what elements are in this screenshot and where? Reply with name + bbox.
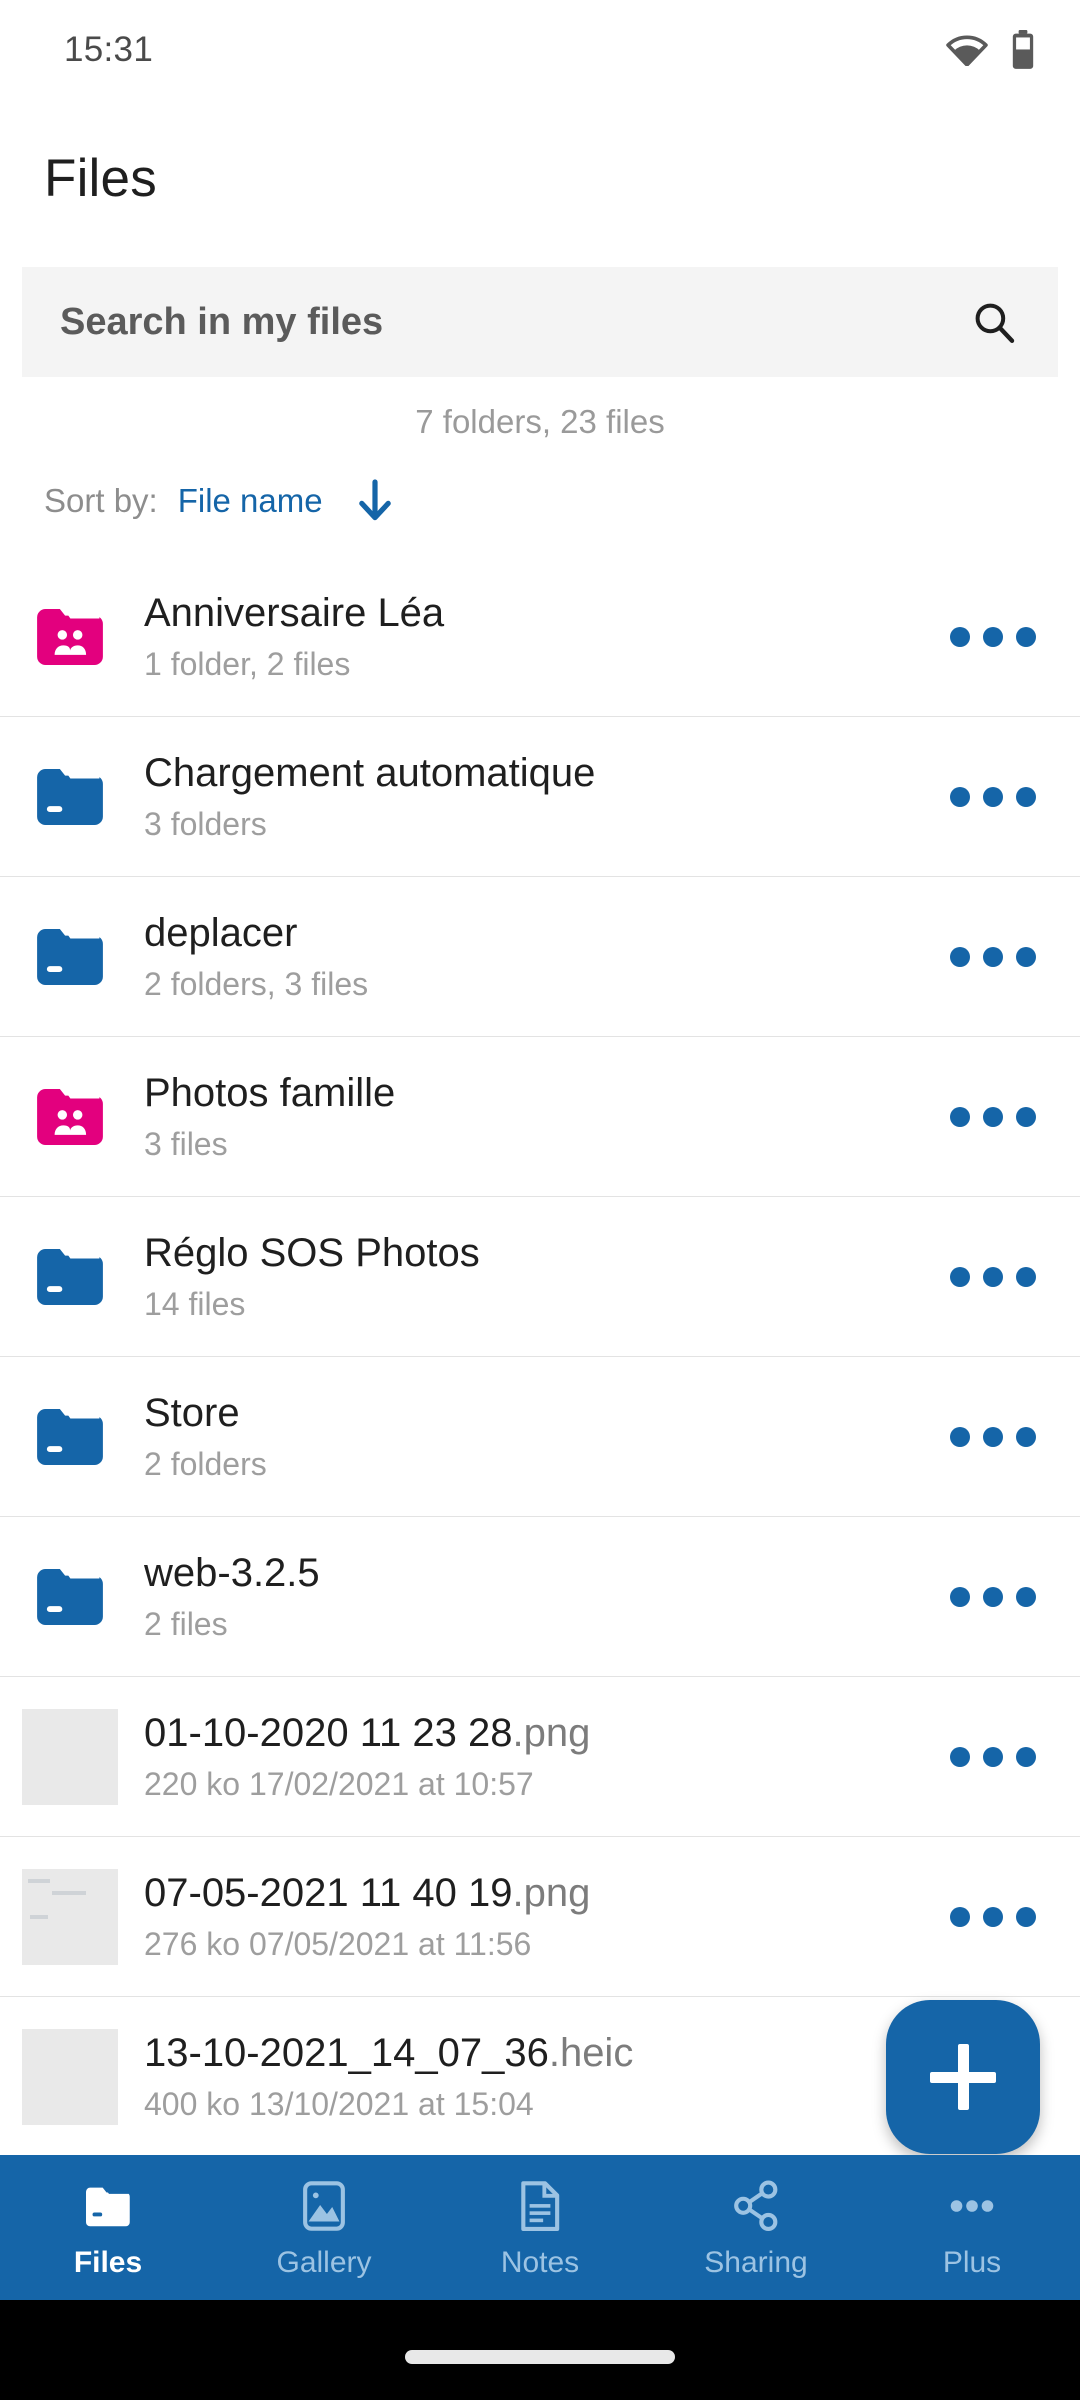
nav-item-files[interactable]: Files	[0, 2175, 216, 2280]
list-item-meta: 2 files	[144, 1606, 228, 1642]
list-item-meta: 2 folders	[144, 1446, 267, 1482]
more-options-icon[interactable]	[926, 1266, 1036, 1287]
list-item[interactable]: Réglo SOS Photos 14 files	[0, 1197, 1080, 1357]
list-item-meta: 276 ko 07/05/2021 at 11:56	[144, 1926, 532, 1962]
list-item[interactable]: Store 2 folders	[0, 1357, 1080, 1517]
nav-label: Files	[73, 2246, 143, 2279]
folder-icon	[22, 1389, 118, 1485]
list-item-name: deplacer	[144, 911, 298, 955]
list-item-text: 13-10-2021_14_07_36.heic 400 ko 13/10/20…	[144, 2030, 926, 2123]
nav-item-sharing[interactable]: Sharing	[648, 2175, 864, 2280]
search-input[interactable]: Search in my files	[22, 267, 1058, 377]
page-title: Files	[44, 149, 157, 208]
sort-value[interactable]: File name	[172, 482, 323, 520]
list-item-name: web-3.2.5	[144, 1551, 320, 1595]
files-icon	[79, 2175, 137, 2237]
list-item-name: 07-05-2021 11 40 19.png	[144, 1871, 591, 1915]
folder-icon	[22, 909, 118, 1005]
nav-item-gallery[interactable]: Gallery	[216, 2175, 432, 2280]
more-options-icon[interactable]	[926, 1426, 1036, 1447]
list-item-name: Anniversaire Léa	[144, 591, 445, 635]
arrow-down-icon[interactable]	[353, 477, 397, 525]
status-time: 15:31	[64, 30, 154, 69]
folder-icon	[22, 1549, 118, 1645]
folder-icon	[22, 749, 118, 845]
list-item-meta: 14 files	[144, 1286, 246, 1322]
more-options-icon[interactable]	[926, 626, 1036, 647]
file-list: Anniversaire Léa 1 folder, 2 files Charg…	[0, 557, 1080, 2157]
search-section: Search in my files	[0, 209, 1080, 377]
list-item-name: Photos famille	[144, 1071, 396, 1115]
list-item-text: Store 2 folders	[144, 1390, 926, 1483]
list-item-text: 01-10-2020 11 23 28.png 220 ko 17/02/202…	[144, 1710, 926, 1803]
folder-file-count: 7 folders, 23 files	[415, 403, 665, 440]
battery-icon	[1010, 30, 1036, 70]
list-item-text: Chargement automatique 3 folders	[144, 750, 926, 843]
sharing-icon	[728, 2175, 784, 2237]
bottom-navigation: Files Gallery Notes Sharing Plus	[0, 2155, 1080, 2300]
list-item-name: 13-10-2021_14_07_36.heic	[144, 2031, 634, 2075]
image-thumbnail	[22, 2028, 118, 2125]
nav-label: Sharing	[704, 2246, 808, 2279]
add-button[interactable]	[886, 2000, 1040, 2154]
gallery-icon	[297, 2175, 351, 2237]
sort-control[interactable]: Sort by: File name	[0, 441, 1080, 557]
list-item-text: Anniversaire Léa 1 folder, 2 files	[144, 590, 926, 683]
list-item-text: Réglo SOS Photos 14 files	[144, 1230, 926, 1323]
list-item-text: web-3.2.5 2 files	[144, 1550, 926, 1643]
nav-label: Notes	[500, 2246, 580, 2279]
list-item-name: Réglo SOS Photos	[144, 1231, 480, 1275]
list-item[interactable]: deplacer 2 folders, 3 files	[0, 877, 1080, 1037]
status-icons	[946, 30, 1036, 70]
nav-label: Plus	[942, 2246, 1002, 2279]
plus-icon	[930, 2044, 996, 2110]
list-item-text: 07-05-2021 11 40 19.png 276 ko 07/05/202…	[144, 1870, 926, 1963]
more-options-icon[interactable]	[926, 1906, 1036, 1927]
list-item-text: Photos famille 3 files	[144, 1070, 926, 1163]
image-thumbnail	[22, 1708, 118, 1805]
plus-dots-icon	[943, 2175, 1001, 2237]
more-options-icon[interactable]	[926, 1106, 1036, 1127]
list-item[interactable]: Photos famille 3 files	[0, 1037, 1080, 1197]
more-options-icon[interactable]	[926, 1586, 1036, 1607]
status-bar: 15:31	[0, 0, 1080, 100]
more-options-icon[interactable]	[926, 946, 1036, 967]
list-item-name: Chargement automatique	[144, 751, 596, 795]
list-item-meta: 3 files	[144, 1126, 228, 1162]
search-icon[interactable]	[970, 298, 1018, 346]
list-item-meta: 2 folders, 3 files	[144, 966, 369, 1002]
list-item[interactable]: web-3.2.5 2 files	[0, 1517, 1080, 1677]
list-item[interactable]: 01-10-2020 11 23 28.png 220 ko 17/02/202…	[0, 1677, 1080, 1837]
shared-folder-icon	[22, 1069, 118, 1165]
notes-icon	[514, 2175, 566, 2237]
image-thumbnail	[22, 1868, 118, 1965]
more-options-icon[interactable]	[926, 786, 1036, 807]
wifi-icon	[946, 34, 988, 66]
folder-icon	[22, 1229, 118, 1325]
list-item-meta: 1 folder, 2 files	[144, 646, 351, 682]
shared-folder-icon	[22, 589, 118, 685]
nav-label: Gallery	[276, 2246, 372, 2279]
sort-label: Sort by:	[44, 482, 158, 519]
more-options-icon[interactable]	[926, 1746, 1036, 1767]
list-item-name: 01-10-2020 11 23 28.png	[144, 1711, 591, 1755]
list-item-meta: 3 folders	[144, 806, 267, 842]
list-item-meta: 220 ko 17/02/2021 at 10:57	[144, 1766, 534, 1802]
list-item[interactable]: 07-05-2021 11 40 19.png 276 ko 07/05/202…	[0, 1837, 1080, 1997]
list-item-text: deplacer 2 folders, 3 files	[144, 910, 926, 1003]
nav-item-plus[interactable]: Plus	[864, 2175, 1080, 2280]
app-screen: 15:31 Files Search in my files 7 folders…	[0, 0, 1080, 2400]
search-placeholder: Search in my files	[60, 300, 384, 343]
home-gesture-bar[interactable]	[405, 2350, 675, 2364]
list-item-meta: 400 ko 13/10/2021 at 15:04	[144, 2086, 534, 2122]
list-item[interactable]: Anniversaire Léa 1 folder, 2 files	[0, 557, 1080, 717]
list-item-name: Store	[144, 1391, 240, 1435]
nav-item-notes[interactable]: Notes	[432, 2175, 648, 2280]
system-gesture-area	[0, 2300, 1080, 2400]
list-item[interactable]: Chargement automatique 3 folders	[0, 717, 1080, 877]
